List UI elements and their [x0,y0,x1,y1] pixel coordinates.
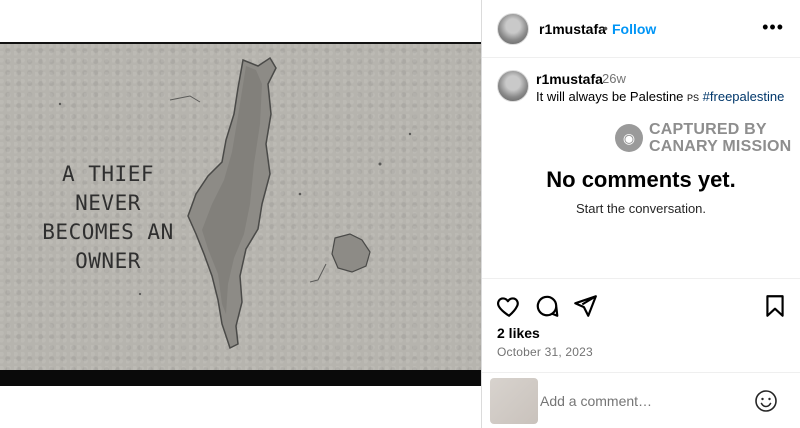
caption-hashtag[interactable]: #freepalestine [703,89,785,104]
caption-username[interactable]: r1mustafa [536,71,603,87]
no-comments-title: No comments yet. [546,167,736,192]
canary-mission-watermark: ◉ CAPTURED BY CANARY MISSION [615,121,795,155]
bookmark-icon[interactable] [762,293,788,319]
emoji-icon[interactable] [754,389,778,413]
slogan-line: A THIEF [61,162,154,186]
slogan-line: BECOMES AN [42,220,174,244]
current-user-avatar [490,378,538,424]
watermark-text: CAPTURED BY CANARY MISSION [649,121,791,155]
comment-input[interactable] [540,391,740,411]
author-username[interactable]: r1mustafa [539,21,606,37]
add-comment-bar [482,372,800,428]
follow-button[interactable]: Follow [612,21,656,37]
caption-avatar[interactable] [497,70,529,102]
author-avatar[interactable] [497,13,529,45]
share-icon[interactable] [572,293,598,319]
post-media: A THIEF NEVER BECOMES AN OWNER [0,0,481,428]
post-caption: r1mustafa 26w It will always be Palestin… [482,58,800,118]
watermark-line: CAPTURED BY [649,121,767,138]
post-header: r1mustafa • Follow ••• [482,0,800,58]
likes-count[interactable]: 2 likes [497,325,540,341]
post-details-panel: r1mustafa • Follow ••• r1mustafa 26w It … [482,0,800,428]
canary-bird-icon: ◉ [615,124,643,152]
flag-emoji: PS [687,93,700,103]
caption-timestamp[interactable]: 26w [602,71,626,86]
post-image[interactable]: A THIEF NEVER BECOMES AN OWNER [0,44,481,370]
caption-text: It will always be Palestine PS #freepale… [536,89,784,104]
no-comments-subtitle: Start the conversation. [575,201,707,216]
post-date[interactable]: October 31, 2023 [497,345,593,359]
slogan-line: OWNER [75,249,141,273]
media-bottom-border [0,370,481,386]
heart-icon[interactable] [496,293,522,319]
watermark-line: CANARY MISSION [649,138,792,155]
more-options-icon[interactable]: ••• [762,17,784,38]
slogan-line: NEVER [75,191,141,215]
image-slogan: A THIEF NEVER BECOMES AN OWNER [28,160,188,276]
separator-dot: • [603,20,608,36]
comment-icon[interactable] [534,293,560,319]
caption-body: It will always be Palestine [536,89,684,104]
